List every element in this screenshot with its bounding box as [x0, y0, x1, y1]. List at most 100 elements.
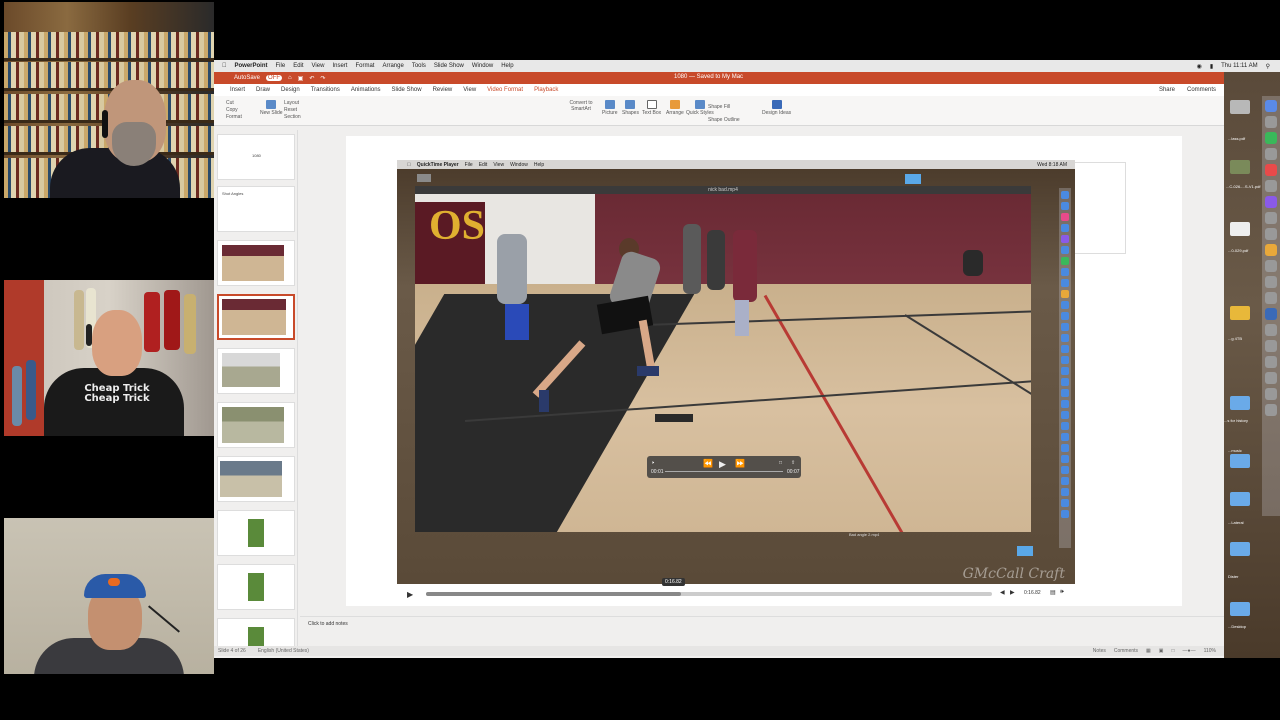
new-slide-button[interactable]: New Slide	[260, 110, 283, 116]
tab-design[interactable]: Design	[281, 87, 300, 93]
picture-button[interactable]: Picture	[602, 110, 618, 116]
embedded-video[interactable]:  QuickTime Player File Edit View Window…	[397, 160, 1075, 584]
volume-icon[interactable]: 🕨	[651, 460, 654, 466]
file-icon[interactable]	[1230, 222, 1250, 236]
folder-icon[interactable]	[1230, 602, 1250, 616]
menu-format[interactable]: Format	[355, 63, 374, 69]
rewind-icon[interactable]: ⏪	[703, 459, 713, 468]
shapes-button[interactable]: Shapes	[622, 110, 639, 116]
tab-transitions[interactable]: Transitions	[311, 87, 340, 93]
tab-draw[interactable]: Draw	[256, 87, 270, 93]
tab-review[interactable]: Review	[433, 87, 453, 93]
video-scrubber[interactable]	[665, 471, 783, 472]
file-icon[interactable]	[1230, 160, 1250, 174]
slide-thumb-10[interactable]	[217, 618, 295, 648]
home-icon[interactable]: ⌂	[288, 75, 292, 81]
undo-icon[interactable]: ↶	[309, 75, 314, 82]
language-indicator[interactable]: English (United States)	[258, 648, 309, 654]
battery-icon[interactable]: ▮	[1210, 63, 1213, 70]
zoom-slider[interactable]: —●—	[1183, 648, 1196, 654]
step-back-icon[interactable]: ◀	[1000, 589, 1005, 596]
slide-thumb-1[interactable]: 1080	[217, 134, 295, 180]
volume-icon[interactable]: 🕪	[1060, 589, 1064, 596]
airplay-icon[interactable]: □	[779, 460, 782, 466]
folder-icon[interactable]	[1230, 454, 1250, 468]
play-icon[interactable]: ▶	[719, 459, 726, 470]
normal-view-icon[interactable]: ▦	[1146, 648, 1151, 654]
slide-thumb-3[interactable]	[217, 240, 295, 286]
slide-counter: Slide 4 of 26	[218, 648, 246, 654]
folder-icon[interactable]	[1230, 492, 1250, 506]
format-painter-button[interactable]: Format	[226, 114, 242, 120]
apple-icon[interactable]: 	[222, 63, 227, 69]
menu-app[interactable]: PowerPoint	[235, 63, 268, 69]
tab-view[interactable]: View	[463, 87, 476, 93]
sorter-view-icon[interactable]: ▣	[1159, 648, 1164, 654]
slide-thumb-5[interactable]	[217, 348, 295, 394]
folder-icon[interactable]	[1230, 396, 1250, 410]
menu-file[interactable]: File	[276, 63, 286, 69]
reading-view-icon[interactable]: □	[1172, 648, 1175, 654]
slide-thumb-2[interactable]: Shot Angles	[217, 186, 295, 232]
folder-icon	[1017, 546, 1033, 556]
menu-arrange[interactable]: Arrange	[382, 63, 403, 69]
slide-thumb-7[interactable]	[217, 456, 295, 502]
autosave-toggle[interactable]: OFF	[266, 75, 283, 81]
redo-icon[interactable]: ↷	[320, 75, 325, 82]
search-icon[interactable]: ⚲	[1266, 63, 1270, 70]
menu-slideshow[interactable]: Slide Show	[434, 63, 464, 69]
copy-button[interactable]: Copy	[226, 107, 238, 113]
textbox-button[interactable]: Text Box	[642, 110, 661, 116]
play-icon[interactable]: ▶	[407, 590, 413, 599]
video-controls[interactable]: 🕨 ⏪ ▶ ⏩ □ ⇧ 00:01 00:07	[647, 456, 801, 478]
embedded-menu-item: Help	[530, 161, 544, 168]
save-icon[interactable]: ▣	[298, 75, 304, 82]
shape-outline-button[interactable]: Shape Outline	[708, 117, 740, 123]
slide-thumb-9[interactable]	[217, 564, 295, 610]
menu-tools[interactable]: Tools	[412, 63, 426, 69]
menu-insert[interactable]: Insert	[332, 63, 347, 69]
tab-animations[interactable]: Animations	[351, 87, 381, 93]
tab-insert[interactable]: Insert	[230, 87, 245, 93]
step-forward-icon[interactable]: ▶	[1010, 589, 1015, 596]
desktop-file-label: ...music	[1228, 448, 1242, 453]
arrange-button[interactable]: Arrange	[666, 110, 684, 116]
tab-video-format[interactable]: Video Format	[487, 87, 523, 93]
cut-button[interactable]: Cut	[226, 100, 234, 106]
layout-button[interactable]: Layout	[284, 100, 299, 106]
menu-help[interactable]: Help	[501, 63, 513, 69]
document-title: 1080 — Saved to My Mac	[674, 74, 744, 80]
tab-playback[interactable]: Playback	[534, 87, 558, 93]
fast-forward-icon[interactable]: ⏩	[735, 459, 745, 468]
menu-window[interactable]: Window	[472, 63, 493, 69]
seek-track[interactable]	[426, 592, 992, 596]
notes-button[interactable]: Notes	[1093, 648, 1106, 654]
reset-button[interactable]: Reset	[284, 107, 297, 113]
share-icon[interactable]: ⇧	[791, 460, 795, 466]
slide-thumb-6[interactable]	[217, 402, 295, 448]
slide-thumb-4[interactable]	[217, 294, 295, 340]
zoom-level[interactable]: 110%	[1204, 648, 1216, 654]
shape-fill-button[interactable]: Shape Fill	[708, 104, 730, 110]
captions-icon[interactable]: ▤	[1050, 589, 1056, 596]
section-button[interactable]: Section	[284, 114, 301, 120]
design-ideas-button[interactable]: Design Ideas	[762, 110, 791, 116]
menubar-clock[interactable]: Thu 11:11 AM	[1221, 63, 1257, 70]
share-button[interactable]: Share	[1159, 87, 1175, 93]
slide-thumb-8[interactable]	[217, 510, 295, 556]
quicktime-title: nick bad.mp4	[415, 186, 1031, 194]
wifi-icon[interactable]: ◉	[1197, 63, 1202, 70]
status-comments-button[interactable]: Comments	[1114, 648, 1138, 654]
tab-slideshow[interactable]: Slide Show	[392, 87, 422, 93]
time-remaining: 00:07	[787, 469, 800, 475]
video-seek-bar[interactable]: ▶ ◀ ▶ 0:16.82 ▤ 🕪	[404, 587, 1072, 601]
menu-edit[interactable]: Edit	[293, 63, 303, 69]
folder-icon[interactable]	[1230, 542, 1250, 556]
file-icon[interactable]	[1230, 100, 1250, 114]
participant-video-3	[4, 518, 214, 674]
drive-icon[interactable]	[1230, 306, 1250, 320]
menu-view[interactable]: View	[312, 63, 325, 69]
notes-pane[interactable]: Click to add notes	[300, 616, 1224, 646]
convert-smartart-button[interactable]: Convert to SmartArt	[566, 100, 596, 112]
comments-button[interactable]: Comments	[1187, 87, 1216, 93]
